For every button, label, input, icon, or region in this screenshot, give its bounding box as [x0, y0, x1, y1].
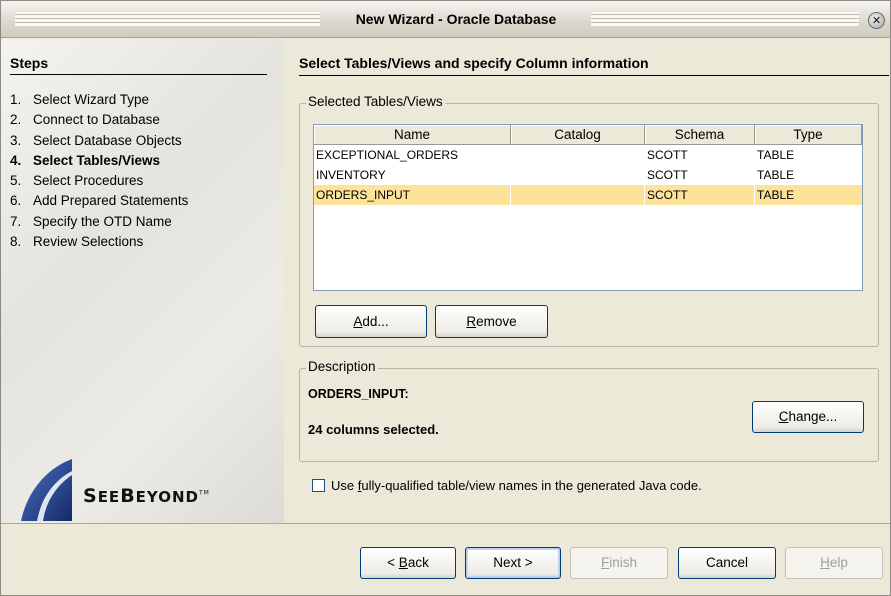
step-item-current: 4. Select Tables/Views	[10, 153, 188, 173]
cell-name: ORDERS_INPUT	[314, 185, 511, 205]
button-bar: < Back Next > Finish Cancel Help	[1, 524, 890, 595]
step-item: 8. Review Selections	[10, 234, 188, 254]
cell-catalog	[511, 145, 645, 165]
cell-name: EXCEPTIONAL_ORDERS	[316, 148, 459, 162]
step-number: 3.	[10, 132, 22, 148]
page-title: Select Tables/Views and specify Column i…	[299, 55, 649, 71]
seebeyond-logo-text: SEEBEYONDTM	[83, 485, 210, 507]
change-button[interactable]: Change...	[752, 401, 864, 433]
cell-catalog	[511, 185, 645, 205]
steps-title: Steps	[10, 55, 49, 71]
step-label: Select Wizard Type	[33, 92, 150, 107]
cell-type: TABLE	[757, 148, 795, 162]
step-item: 5. Select Procedures	[10, 173, 188, 193]
title-bar-stripes-right	[591, 12, 859, 26]
title-bar-stripes-left	[15, 12, 320, 26]
column-header-schema[interactable]: Schema	[645, 125, 755, 145]
step-item: 2. Connect to Database	[10, 112, 188, 132]
step-number: 8.	[10, 234, 22, 250]
title-divider	[299, 75, 889, 76]
step-label: Connect to Database	[33, 112, 160, 128]
column-header-catalog[interactable]: Catalog	[511, 125, 645, 145]
step-label: Select Procedures	[33, 173, 144, 189]
step-number: 4.	[10, 152, 22, 168]
step-number: 6.	[10, 193, 22, 209]
cell-catalog	[511, 165, 645, 185]
main-panel: Select Tables/Views and specify Column i…	[284, 39, 890, 523]
column-header-name[interactable]: Name	[314, 125, 511, 145]
cell-type: TABLE	[757, 188, 795, 202]
title-bar[interactable]: New Wizard - Oracle Database ✕	[1, 1, 890, 38]
step-label: Select Database Objects	[33, 132, 182, 148]
group-legend: Selected Tables/Views	[306, 94, 445, 109]
tables-grid[interactable]: Name Catalog Schema Type EXCEPTIONAL_ORD…	[313, 124, 863, 291]
table-row[interactable]: INVENTORY SCOTT TABLE	[314, 165, 862, 185]
step-label: Add Prepared Statements	[33, 193, 189, 209]
table-header: Name Catalog Schema Type	[314, 125, 862, 145]
step-number: 2.	[10, 112, 22, 128]
column-header-type[interactable]: Type	[755, 125, 862, 145]
step-item: 1. Select Wizard Type	[10, 92, 188, 112]
close-icon[interactable]: ✕	[868, 12, 885, 29]
seebeyond-logo: SEEBEYONDTM	[19, 457, 269, 527]
step-number: 5.	[10, 173, 22, 189]
cell-type: TABLE	[757, 168, 795, 182]
group-legend: Description	[306, 359, 378, 374]
fully-qualified-names-label[interactable]: Use fully-qualified table/view names in …	[331, 478, 702, 493]
cell-schema: SCOTT	[647, 148, 688, 162]
fully-qualified-names-checkbox[interactable]	[312, 479, 325, 492]
step-label: Specify the OTD Name	[33, 213, 172, 229]
cell-schema: SCOTT	[647, 168, 688, 182]
seebeyond-logo-mark-icon	[21, 459, 72, 521]
step-number: 1.	[10, 92, 22, 107]
window-title: New Wizard - Oracle Database	[355, 11, 557, 27]
step-item: 6. Add Prepared Statements	[10, 193, 188, 213]
description-group: Description ORDERS_INPUT: 24 columns sel…	[299, 359, 879, 462]
description-table-name: ORDERS_INPUT:	[308, 387, 409, 401]
steps-panel: Steps 1. Select Wizard Type 2. Connect to …	[1, 39, 284, 523]
cell-name: INVENTORY	[316, 168, 386, 182]
step-item: 3. Select Database Objects	[10, 133, 188, 153]
help-button[interactable]: Help	[785, 547, 883, 579]
next-button[interactable]: Next >	[465, 547, 561, 579]
wizard-window: New Wizard - Oracle Database ✕ Steps 1. S…	[0, 0, 891, 596]
remove-button[interactable]: Remove	[435, 305, 548, 338]
description-column-count: 24 columns selected.	[308, 422, 439, 437]
step-label: Select Tables/Views	[33, 152, 161, 168]
step-item: 7. Specify the OTD Name	[10, 214, 188, 234]
add-button[interactable]: Add...	[315, 305, 427, 338]
step-number: 7.	[10, 213, 22, 229]
cell-schema: SCOTT	[645, 185, 755, 205]
steps-divider	[10, 74, 267, 75]
fully-qualified-names-option[interactable]: Use fully-qualified table/view names in …	[312, 478, 702, 493]
table-row-selected[interactable]: ORDERS_INPUT SCOTT TABLE	[314, 185, 862, 205]
steps-list: 1. Select Wizard Type 2. Connect to Databa…	[10, 92, 188, 254]
back-button[interactable]: < Back	[360, 547, 456, 579]
table-row[interactable]: EXCEPTIONAL_ORDERS SCOTT TABLE	[314, 145, 862, 165]
finish-button[interactable]: Finish	[570, 547, 668, 579]
cancel-button[interactable]: Cancel	[678, 547, 776, 579]
step-label: Review Selections	[33, 234, 144, 250]
